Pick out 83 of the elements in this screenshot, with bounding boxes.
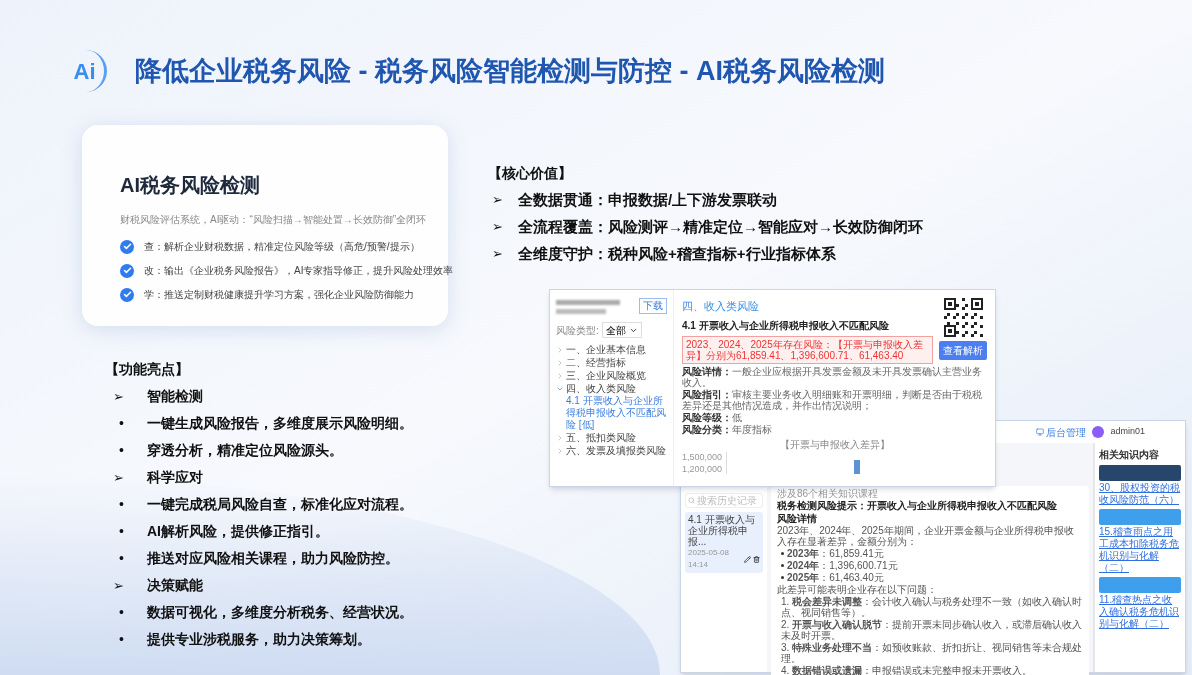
related-heading: 相关知识内容 [1099,448,1160,462]
group-title: 科学应对 [147,468,203,487]
bullet-marker: • [119,495,125,514]
value-item: 全数据贯通：申报数据/上下游发票联动 [518,190,778,210]
section-heading: 【功能亮点】 [105,360,190,379]
message-paragraph: 2023年、2024年、2025年期间，企业开票金额与企业所得税申报收入存在显著差异，金额分别为： [777,525,1075,547]
course-tag: 涉及86个相关知识课程 [777,488,1083,499]
bullet-marker: • [119,522,125,541]
tree-item[interactable]: 二、经营指标 [556,356,667,369]
risk-title: 4.1 开票收入与企业所得税申报收入不匹配风险 [682,318,890,333]
amount-item: 2024年：1,396,600.71元 [787,560,898,571]
issue-item: 2. 开票与收入确认脱节：提前开票未同步确认收入，或滞后确认收入未及时开票。 [780,619,1083,641]
amount-item: 2025年：61,463.40元 [787,572,884,583]
username: admin01 [1110,425,1145,439]
highlight-item: 推送对应风险相关课程，助力风险防控。 [147,549,399,568]
group-title: 决策赋能 [147,576,203,595]
issue-item: 4. 数据错误或遗漏：申报错误或未完整申报未开票收入。 [780,665,1034,675]
issue-item: 1. 税会差异未调整：会计收入确认与税务处理不一致（如收入确认时点、视同销售等）。 [780,596,1083,618]
tree-item[interactable]: 五、抵扣类风险 [556,431,667,444]
blurred-text-drawing [556,298,620,314]
bullet-marker: • [119,414,125,433]
bullet-marker: • [119,549,125,568]
feature-item: 查：解析企业财税数据，精准定位风险等级（高危/预警/提示） [144,240,420,254]
page-title: 降低企业税务风险 - 税务风险智能检测与防控 - AI税务风险检测 [135,54,885,88]
tree-item[interactable]: 4.1 开票收入与企业所得税申报收入不匹配风险 [低] [556,395,667,431]
highlight-item: AI解析风险，提供修正指引。 [147,522,329,541]
amount-item: 2023年：61,859.41元 [787,548,884,559]
issue-item: 3. 特殊业务处理不当：如预收账款、折扣折让、视同销售等未合规处理。 [780,642,1083,664]
risk-field: 风险等级：低 [682,411,987,423]
highlight-item: 一键生成风险报告，多维度展示风险明细。 [147,414,413,433]
message-title: 税务检测风险提示：开票收入与企业所得税申报收入不匹配风险 [777,500,1058,512]
group-title: 智能检测 [147,387,203,406]
tree-item[interactable]: 六、发票及填报类风险 [556,444,667,457]
bullet-marker: • [119,603,125,622]
view-analysis-button[interactable]: 查看解析 [939,341,987,360]
trash-icon[interactable] [753,555,760,563]
tree-item[interactable]: 一、企业基本信息 [556,343,667,356]
arrow-marker: ➢ [113,469,125,487]
risk-field: 风险指引：审核主要业务收入明细账和开票明细，判断是否由于税税差异还是其他情况造成，并作出情况说明； [682,388,987,411]
chart-legend: 【开票与申报收入差异】 [779,436,890,452]
download-button[interactable]: 下载 [639,298,667,314]
monitor-icon [1036,428,1045,436]
filter-label: 风险类型: [556,323,599,338]
arrow-marker: ➢ [492,245,504,263]
chart-bar-drawing [854,459,860,474]
admin-link[interactable]: 后台管理 [1036,424,1087,440]
feature-item: 改：输出《企业税务风险报告》，AI专家指导修正，提升风险处理效率 [144,264,454,278]
arrow-marker: ➢ [113,388,125,406]
risk-field: 风险分类：年度指标 [682,423,987,435]
section-title: 四、收入类风险 [682,299,760,314]
bullet-marker: • [119,441,125,460]
axis-tick-label: 1,200,000 [682,463,723,474]
search-icon [688,497,695,504]
message-paragraph: 此差异可能表明企业存在以下问题： [777,584,938,595]
risk-field: 风险详情：一般企业应根据开具发票金额及未开具发票确认主营业务收入。 [682,365,987,388]
highlight-item: 提供专业涉税服务，助力决策筹划。 [147,630,371,649]
history-item[interactable]: 4.1 开票收入与企业所得税申报... 2025-05-08 14:14 [685,512,763,573]
axis-tick-label: 1,500,000 [682,451,723,462]
ai-logo: Ai [65,50,107,92]
card-subtitle: 财税风险评估系统，AI驱动：“风险扫描→智能处置→长效防御”全闭环 [120,213,427,227]
qr-code-drawing [943,298,983,337]
course-link[interactable]: 11.稽查热点之收入确认税务危机识别与化解（二） [1099,594,1181,630]
bullet-marker: • [119,630,125,649]
risk-alert: 2023、2024、2025年存在风险：【开票与申报收入差异】分别为61,859.41、1,396,600.71、61,463.40 [682,335,933,364]
tree-item[interactable]: 三、企业风险概览 [556,369,667,382]
value-item: 全维度守护：税种风险+稽查指标+行业指标体系 [518,244,836,264]
feature-item: 学：推送定制财税健康提升学习方案，强化企业风险防御能力 [144,288,414,302]
highlight-item: 一键完成税局风险自查，标准化应对流程。 [147,495,413,514]
edit-icon[interactable] [744,555,751,563]
arrow-marker: ➢ [492,218,504,236]
highlight-item: 数据可视化，多维度分析税务、经营状况。 [147,603,413,622]
section-heading: 风险详情 [777,513,818,524]
tree-item[interactable]: 四、收入类风险 [556,382,667,395]
card-title: AI税务风险检测 [120,173,261,198]
value-item: 全流程覆盖：风险测评→精准定位→智能应对→长效防御闭环 [518,217,923,237]
filter-select[interactable]: 全部 [601,322,642,338]
course-link[interactable]: 30、股权投资的税收风险防范（六） [1099,482,1181,506]
arrow-marker: ➢ [492,191,504,209]
course-link[interactable]: 15.稽查雨点之用工成本扣除税务危机识别与化解（二） [1099,526,1181,574]
avatar-icon [1092,426,1105,438]
highlight-item: 穿透分析，精准定位风险源头。 [147,441,343,460]
section-heading: 【核心价值】 [488,164,573,183]
arrow-marker: ➢ [113,577,125,595]
